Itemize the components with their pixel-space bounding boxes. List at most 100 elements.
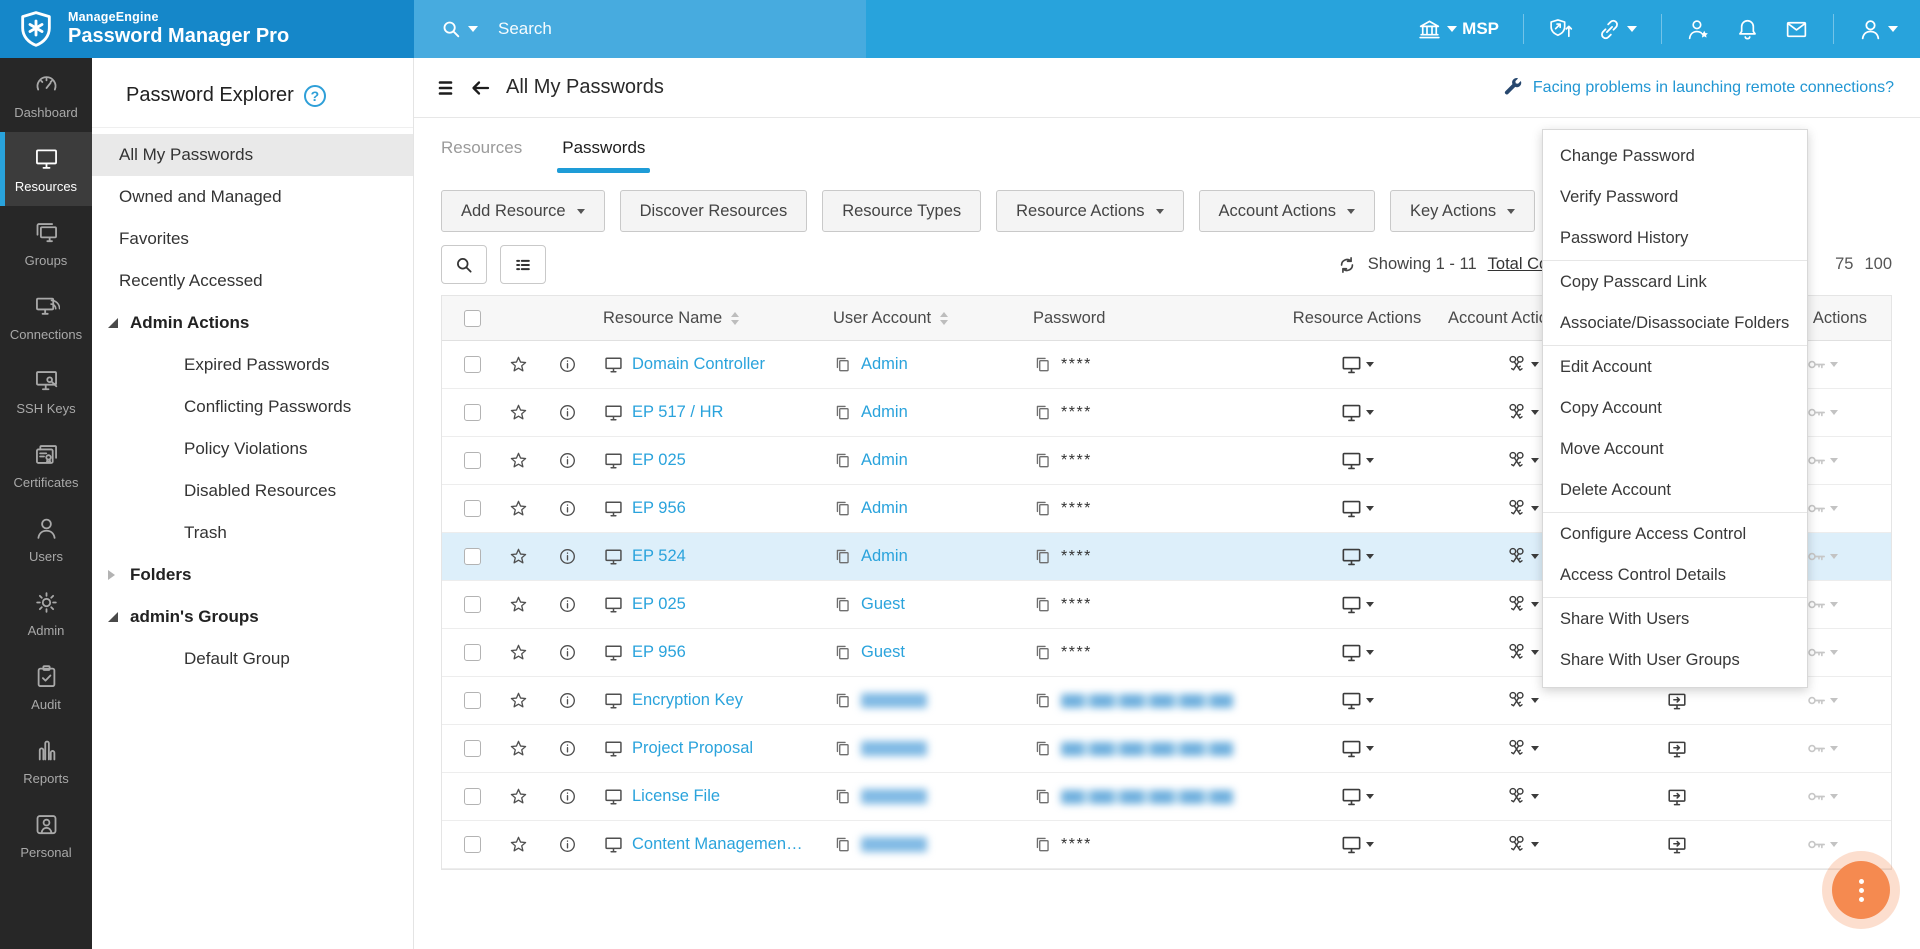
info-icon[interactable] [558,451,577,470]
menu-item-share-with-users[interactable]: Share With Users [1543,599,1807,640]
copy-password-icon[interactable] [1033,739,1052,758]
key-actions-menu-button[interactable] [1805,593,1838,616]
menu-item-password-history[interactable]: Password History [1543,218,1807,259]
resource-actions-menu-button[interactable] [1340,737,1374,760]
resource-name-link[interactable]: Encryption Key [632,691,743,710]
remote-connection-icon[interactable] [1666,786,1688,808]
masked-password[interactable]: **** [1061,404,1092,422]
info-icon[interactable] [558,643,577,662]
explorer-item-conflicting-passwords[interactable]: Conflicting Passwords [92,386,413,428]
resource-actions-menu-button[interactable] [1340,689,1374,712]
copy-password-icon[interactable] [1033,643,1052,662]
key-actions-menu-button[interactable] [1805,785,1838,808]
copy-password-icon[interactable] [1033,355,1052,374]
account-actions-menu-button[interactable] [1505,401,1539,424]
masked-password[interactable]: **** [1061,548,1092,566]
remote-connection-icon[interactable] [1666,738,1688,760]
collapse-triangle-icon[interactable] [108,612,118,622]
resource-actions-menu-button[interactable] [1340,545,1374,568]
menu-item-copy-account[interactable]: Copy Account [1543,388,1807,429]
favorite-star-icon[interactable] [508,354,529,375]
copy-user-icon[interactable] [833,739,852,758]
row-checkbox[interactable] [464,548,481,565]
account-actions-menu-button[interactable] [1505,593,1539,616]
collapse-triangle-icon[interactable] [108,318,118,328]
remote-connection-icon[interactable] [1666,834,1688,856]
row-checkbox[interactable] [464,740,481,757]
menu-item-move-account[interactable]: Move Account [1543,429,1807,470]
account-actions-button[interactable]: Account Actions [1199,190,1375,232]
user-account-link[interactable]: Admin [861,451,908,470]
account-actions-menu-button[interactable] [1505,497,1539,520]
resource-name-link[interactable]: EP 025 [632,595,686,614]
resource-actions-menu-button[interactable] [1340,497,1374,520]
sidebar-item-ssh-keys[interactable]: SSH Keys [0,354,92,428]
favorite-star-icon[interactable] [508,594,529,615]
account-actions-menu-button[interactable] [1505,353,1539,376]
row-checkbox[interactable] [464,500,481,517]
menu-item-share-with-user-groups[interactable]: Share With User Groups [1543,640,1807,681]
explorer-item-expired-passwords[interactable]: Expired Passwords [92,344,413,386]
copy-user-icon[interactable] [833,547,852,566]
info-icon[interactable] [558,691,577,710]
account-actions-menu-button[interactable] [1505,689,1539,712]
expand-triangle-icon[interactable] [108,570,115,580]
copy-user-icon[interactable] [833,787,852,806]
explorer-item-admin-actions[interactable]: Admin Actions [92,302,413,344]
user-account-link[interactable]: Admin [861,403,908,422]
resource-actions-menu-button[interactable] [1340,833,1374,856]
explorer-item-favorites[interactable]: Favorites [92,218,413,260]
info-icon[interactable] [558,403,577,422]
copy-user-icon[interactable] [833,835,852,854]
tree-toggle-icon[interactable] [436,76,460,100]
row-checkbox[interactable] [464,596,481,613]
key-actions-menu-button[interactable] [1805,737,1838,760]
explorer-item-recently-accessed[interactable]: Recently Accessed [92,260,413,302]
copy-password-icon[interactable] [1033,499,1052,518]
sidebar-item-groups[interactable]: Groups [0,206,92,280]
favorite-star-icon[interactable] [508,642,529,663]
account-actions-menu-button[interactable] [1505,641,1539,664]
explorer-item-trash[interactable]: Trash [92,512,413,554]
key-actions-menu-button[interactable] [1805,497,1838,520]
search-input[interactable] [498,19,798,39]
resource-name-link[interactable]: EP 025 [632,451,686,470]
info-icon[interactable] [558,547,577,566]
copy-password-icon[interactable] [1033,691,1052,710]
notifications-button[interactable] [1735,17,1760,42]
resource-actions-menu-button[interactable] [1340,641,1374,664]
resource-actions-button[interactable]: Resource Actions [996,190,1183,232]
menu-item-configure-access-control[interactable]: Configure Access Control [1543,514,1807,555]
favorite-star-icon[interactable] [508,402,529,423]
masked-password[interactable]: **** [1061,356,1092,374]
copy-user-icon[interactable] [833,499,852,518]
floating-actions-button[interactable] [1832,861,1890,919]
table-search-button[interactable] [441,245,487,284]
row-checkbox[interactable] [464,452,481,469]
explorer-item-owned-and-managed[interactable]: Owned and Managed [92,176,413,218]
explorer-item-policy-violations[interactable]: Policy Violations [92,428,413,470]
user-account-link[interactable]: Admin [861,547,908,566]
column-chooser-button[interactable] [500,245,546,284]
copy-password-icon[interactable] [1033,403,1052,422]
resource-name-link[interactable]: EP 956 [632,499,686,518]
resource-name-link[interactable]: Domain Controller [632,355,765,374]
row-checkbox[interactable] [464,356,481,373]
copy-password-icon[interactable] [1033,787,1052,806]
resource-name-link[interactable]: EP 524 [632,547,686,566]
row-checkbox[interactable] [464,692,481,709]
key-actions-menu-button[interactable] [1805,353,1838,376]
menu-item-access-control-details[interactable]: Access Control Details [1543,555,1807,596]
favorite-star-icon[interactable] [508,786,529,807]
account-actions-menu-button[interactable] [1505,833,1539,856]
resource-name-link[interactable]: Project Proposal [632,739,753,758]
info-icon[interactable] [558,595,577,614]
row-checkbox[interactable] [464,644,481,661]
resource-actions-menu-button[interactable] [1340,449,1374,472]
row-checkbox[interactable] [464,788,481,805]
key-actions-menu-button[interactable] [1805,689,1838,712]
sidebar-item-audit[interactable]: Audit [0,650,92,724]
remote-connection-help-link[interactable]: Facing problems in launching remote conn… [1533,79,1894,97]
masked-password[interactable]: **** [1061,644,1092,662]
favorite-star-icon[interactable] [508,834,529,855]
